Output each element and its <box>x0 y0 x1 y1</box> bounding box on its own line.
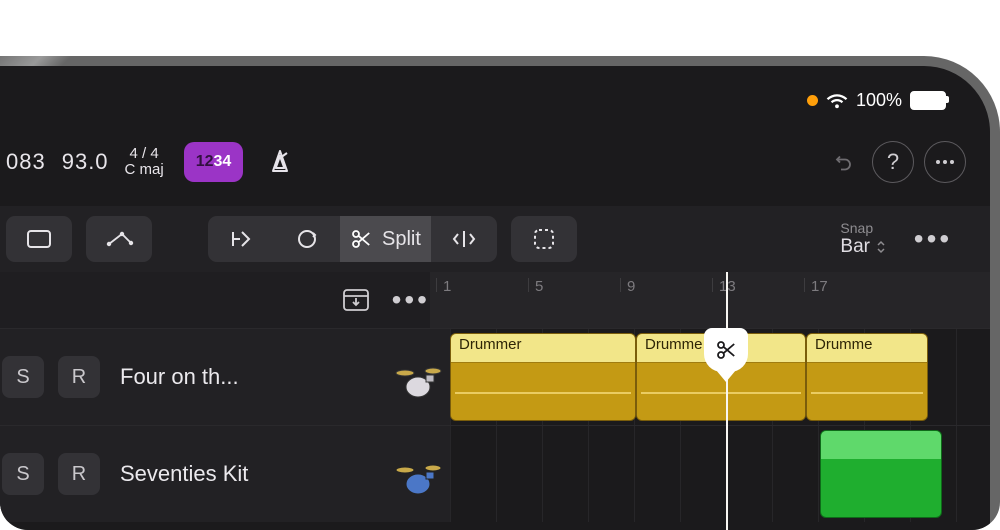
track-lane[interactable] <box>450 426 990 522</box>
scissors-icon <box>715 339 737 361</box>
toolbar-more-button[interactable]: ••• <box>900 216 966 262</box>
key-signature: C maj <box>125 162 164 178</box>
edit-toolbar: Split Snap Bar ••• <box>0 206 990 272</box>
status-bar: 100% <box>807 90 946 111</box>
position-display[interactable]: 083 <box>6 138 46 186</box>
ruler-tick: 1 <box>436 278 451 292</box>
battery-icon <box>910 91 946 110</box>
ruler-tick: 13 <box>712 278 736 292</box>
snap-label: Snap <box>840 220 873 236</box>
selection-tool-button[interactable] <box>511 216 577 262</box>
drum-kit-icon <box>390 446 446 502</box>
track-name[interactable]: Seventies Kit <box>120 461 376 487</box>
solo-button[interactable]: S <box>2 356 44 398</box>
ruler-tick: 17 <box>804 278 828 292</box>
timeline-ruler[interactable]: 1 5 9 13 17 <box>430 272 990 328</box>
record-enable-button[interactable]: R <box>58 356 100 398</box>
time-signature: 4 / 4 <box>130 146 159 162</box>
region-name: Drummer <box>451 334 635 362</box>
tempo-display[interactable]: 93.0 <box>62 138 109 186</box>
battery-percent: 100% <box>856 90 902 111</box>
track-header[interactable]: S R Four on th... <box>0 329 450 425</box>
split-label: Split <box>382 228 421 251</box>
track-name[interactable]: Four on th... <box>120 364 376 390</box>
count-in-button[interactable]: 1234 <box>184 142 244 182</box>
download-library-icon[interactable] <box>342 288 370 312</box>
signature-display[interactable]: 4 / 4 C maj <box>125 138 164 186</box>
app-screen: 100% 083 93.0 4 / 4 C maj 1234 <box>0 66 990 530</box>
transport-bar: 083 93.0 4 / 4 C maj 1234 ? <box>0 136 990 188</box>
region[interactable] <box>820 430 942 518</box>
marquee-tool-button[interactable] <box>6 216 72 262</box>
track-header[interactable]: S R Seventies Kit <box>0 426 450 522</box>
solo-button[interactable]: S <box>2 453 44 495</box>
edit-tool-group: Split <box>208 216 497 262</box>
stretch-tool-button[interactable] <box>431 216 497 262</box>
record-enable-button[interactable]: R <box>58 453 100 495</box>
ruler-tick: 5 <box>528 278 543 292</box>
tracks-area: S R Four on th... Drummer Drumm <box>0 328 990 530</box>
track-row: S R Four on th... Drummer Drumm <box>0 328 990 425</box>
recording-indicator-dot <box>807 95 818 106</box>
region-name: Drumme <box>807 334 927 362</box>
chevron-updown-icon <box>876 240 886 254</box>
snap-value: Bar <box>840 236 870 258</box>
more-menu-button[interactable] <box>924 141 966 183</box>
scissors-icon <box>350 228 372 250</box>
track-row: S R Seventies Kit <box>0 425 990 522</box>
split-playhead-handle[interactable] <box>704 328 748 372</box>
region-name <box>821 431 941 459</box>
loop-tool-button[interactable] <box>274 216 340 262</box>
automation-tool-button[interactable] <box>86 216 152 262</box>
help-button[interactable]: ? <box>872 141 914 183</box>
playhead[interactable] <box>726 272 728 530</box>
undo-button[interactable] <box>822 142 862 182</box>
region[interactable]: Drumme <box>806 333 928 421</box>
track-header-more-button[interactable]: ••• <box>392 284 430 316</box>
snap-selector[interactable]: Snap Bar <box>840 220 886 258</box>
track-header-toolbar: ••• <box>0 272 448 328</box>
wifi-icon <box>826 93 848 109</box>
metronome-icon[interactable] <box>259 141 301 183</box>
split-tool-button[interactable]: Split <box>340 216 431 262</box>
region[interactable]: Drummer <box>450 333 636 421</box>
ruler-tick: 9 <box>620 278 635 292</box>
join-tool-button[interactable] <box>208 216 274 262</box>
drum-kit-icon <box>390 349 446 405</box>
